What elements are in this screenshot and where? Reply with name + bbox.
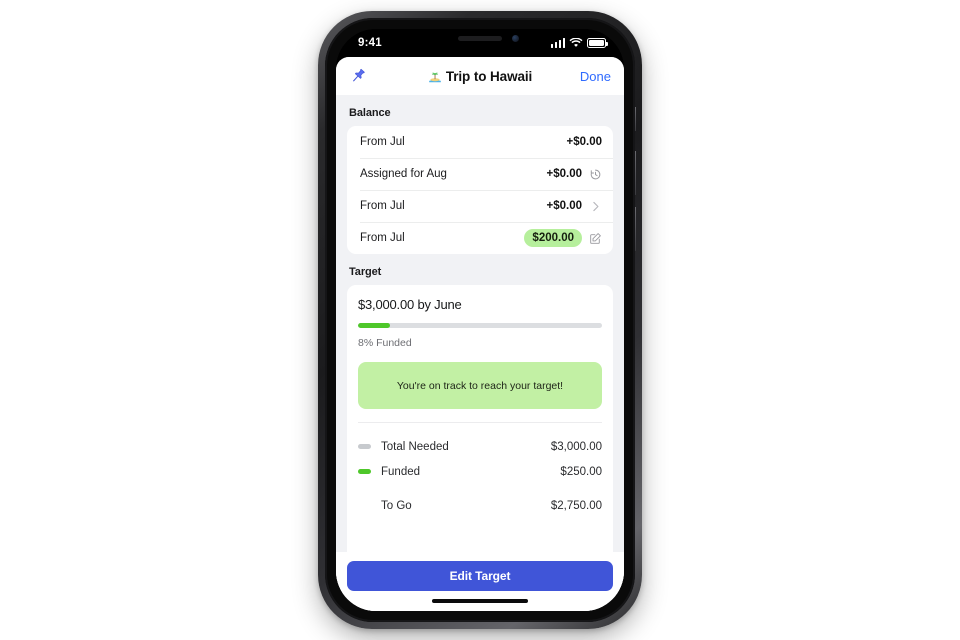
cellular-signal-icon xyxy=(550,38,565,48)
phone-screen: 9:41 Trip to Hawaii Done Balance From Ju… xyxy=(336,29,624,611)
list-item: Total Needed $3,000.00 xyxy=(358,434,602,459)
home-indicator-area xyxy=(336,591,624,611)
legend-label: Total Needed xyxy=(381,440,449,453)
phone-bezel: 9:41 Trip to Hawaii Done Balance From Ju… xyxy=(325,18,635,622)
chevron-right-icon[interactable] xyxy=(589,200,602,213)
notch xyxy=(412,29,548,53)
battery-icon xyxy=(587,38,608,48)
phone-device-frame: 9:41 Trip to Hawaii Done Balance From Ju… xyxy=(318,11,642,629)
legend-value: $250.00 xyxy=(560,465,602,478)
legend-marker-total-needed-icon xyxy=(358,444,371,449)
sheet-footer: Edit Target xyxy=(336,552,624,591)
edit-pencil-icon[interactable] xyxy=(589,232,602,245)
screenshot-canvas: 9:41 Trip to Hawaii Done Balance From Ju… xyxy=(0,0,960,640)
list-item: Funded $250.00 xyxy=(358,459,602,484)
page-title-text: Trip to Hawaii xyxy=(445,68,533,84)
legend-label: Funded xyxy=(381,465,421,478)
row-trailing: +$0.00 xyxy=(547,200,603,213)
row-trailing: +$0.00 xyxy=(567,136,603,148)
table-row[interactable]: From Jul +$0.00 xyxy=(347,190,613,222)
wifi-icon xyxy=(569,38,583,47)
target-card: $3,000.00 by June 8% Funded You're on tr… xyxy=(347,285,613,552)
history-clock-icon[interactable] xyxy=(589,168,602,181)
target-legend: Total Needed $3,000.00 Funded $250.00 To… xyxy=(358,422,602,518)
list-item: To Go $2,750.00 xyxy=(358,493,602,518)
modal-sheet: Trip to Hawaii Done Balance From Jul +$0… xyxy=(336,57,624,611)
legend-label: To Go xyxy=(381,499,412,512)
funded-percent-label: 8% Funded xyxy=(358,337,412,349)
sheet-body: Balance From Jul +$0.00 Assigned for Aug xyxy=(336,95,624,611)
row-label: From Jul xyxy=(360,136,405,148)
target-progress-fill xyxy=(358,323,390,328)
table-row[interactable]: From Jul $200.00 xyxy=(347,222,613,254)
row-amount: +$0.00 xyxy=(546,168,583,180)
row-label: From Jul xyxy=(360,200,405,212)
row-amount: +$0.00 xyxy=(546,200,583,212)
row-label: Assigned for Aug xyxy=(360,168,447,180)
balance-section-title: Balance xyxy=(349,107,391,119)
desert-island-emoji xyxy=(428,72,441,83)
table-row[interactable]: From Jul +$0.00 xyxy=(347,126,613,158)
legend-marker-funded-icon xyxy=(358,469,371,474)
table-row[interactable]: Assigned for Aug +$0.00 xyxy=(347,158,613,190)
target-section-title: Target xyxy=(349,266,382,278)
row-trailing: $200.00 xyxy=(524,228,602,248)
legend-value: $3,000.00 xyxy=(550,440,602,453)
legend-value: $2,750.00 xyxy=(550,499,602,512)
sheet-nav-bar: Trip to Hawaii Done xyxy=(336,57,624,95)
done-button[interactable]: Done xyxy=(580,69,611,84)
on-track-message: You're on track to reach your target! xyxy=(396,379,564,392)
target-progress-bar xyxy=(358,323,602,328)
status-bar-indicators xyxy=(550,38,608,48)
legend-marker-placeholder xyxy=(358,503,371,508)
status-badge: $200.00 xyxy=(524,228,582,248)
edit-target-button[interactable]: Edit Target xyxy=(347,561,613,591)
home-indicator[interactable] xyxy=(432,599,528,603)
on-track-banner: You're on track to reach your target! xyxy=(358,362,602,409)
row-trailing: +$0.00 xyxy=(547,168,603,181)
row-amount: +$0.00 xyxy=(566,136,603,148)
front-camera-icon xyxy=(512,35,519,42)
earpiece-speaker xyxy=(458,36,502,41)
balance-card: From Jul +$0.00 Assigned for Aug +$0.00 xyxy=(347,126,613,254)
target-headline: $3,000.00 by June xyxy=(358,297,462,312)
status-bar-time: 9:41 xyxy=(358,37,382,49)
row-label: From Jul xyxy=(360,232,405,244)
